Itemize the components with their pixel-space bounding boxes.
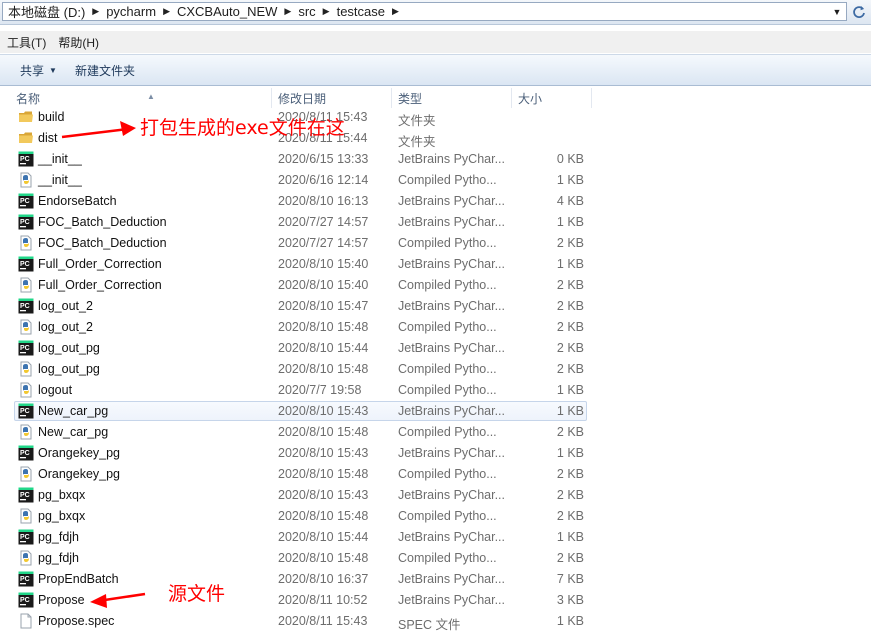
arrow-to-dist-icon <box>61 127 129 139</box>
annotation-source-note: 源文件 <box>168 583 226 605</box>
annotation-dist-note: 打包生成的exe文件在这 <box>140 117 345 139</box>
annotation-arrows <box>61 121 146 608</box>
arrow-to-dist-head-icon <box>120 121 136 136</box>
arrow-to-propose-head-icon <box>90 594 107 608</box>
